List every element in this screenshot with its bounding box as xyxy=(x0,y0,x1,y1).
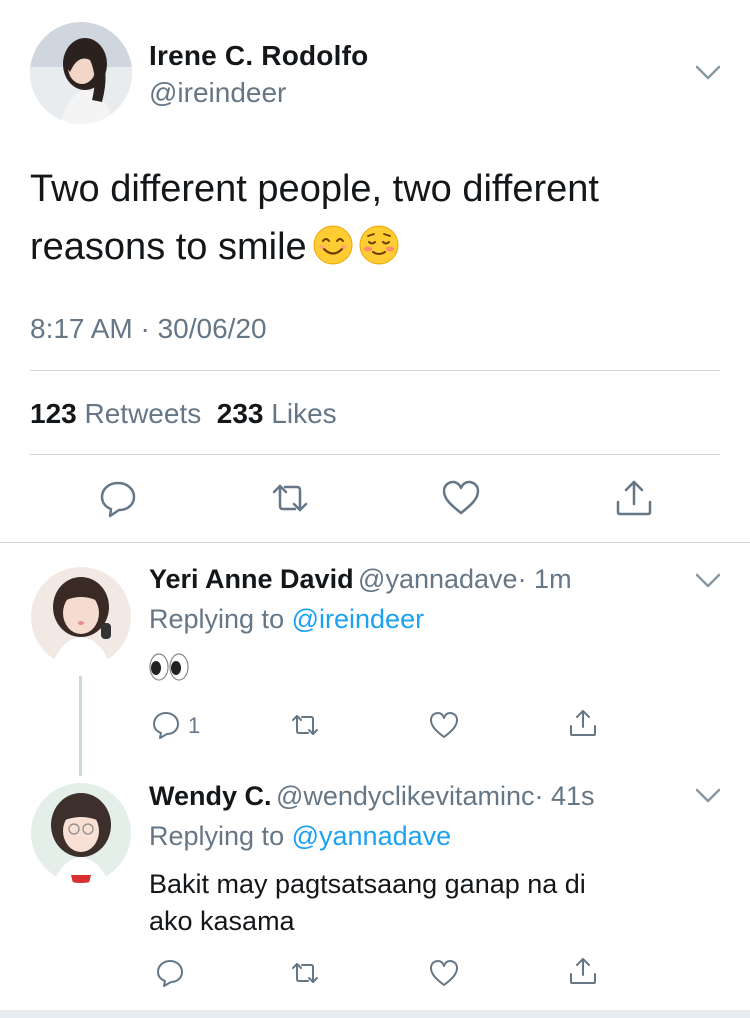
reply-icon[interactable] xyxy=(151,710,181,740)
avatar-image xyxy=(31,783,131,883)
reply-author-name[interactable]: Yeri Anne David xyxy=(149,564,354,594)
replying-to-link[interactable]: @yannadave xyxy=(292,821,452,851)
retweets-count[interactable]: 123 xyxy=(30,398,77,429)
reply-avatar[interactable] xyxy=(31,567,131,667)
share-icon[interactable] xyxy=(568,956,598,986)
likes-count[interactable]: 233 xyxy=(217,398,264,429)
author-avatar[interactable] xyxy=(30,22,132,124)
likes-label[interactable]: Likes xyxy=(271,398,336,429)
replying-to-line: Replying to @ireindeer xyxy=(149,604,424,635)
share-icon[interactable] xyxy=(568,708,598,738)
avatar-image xyxy=(31,567,131,667)
tweet-timestamp[interactable]: 8:17 AM · 30/06/20 xyxy=(30,313,267,345)
reply-icon[interactable] xyxy=(155,958,185,988)
retweet-icon[interactable] xyxy=(290,710,320,740)
retweet-icon[interactable] xyxy=(290,958,320,988)
divider xyxy=(30,370,720,371)
share-icon[interactable] xyxy=(614,478,654,518)
bottom-separator xyxy=(0,1010,750,1018)
author-handle[interactable]: @ireindeer xyxy=(149,77,286,109)
replying-to-prefix: Replying to xyxy=(149,821,285,851)
section-separator xyxy=(0,542,750,543)
retweet-icon[interactable] xyxy=(270,478,310,518)
reply-icon[interactable] xyxy=(98,478,138,518)
reply-body: Bakit may pagtsatsaang ganap na di ako k… xyxy=(149,866,669,940)
reply-body-line: Bakit may pagtsatsaang ganap na di xyxy=(149,869,586,899)
replying-to-link[interactable]: @ireindeer xyxy=(292,604,424,634)
avatar-image xyxy=(30,22,132,124)
chevron-down-icon[interactable] xyxy=(695,788,721,804)
chevron-down-icon[interactable] xyxy=(695,573,721,589)
reply-body-line: ako kasama xyxy=(149,906,295,936)
like-icon[interactable] xyxy=(429,710,459,740)
reply-author-handle[interactable]: @yannadave xyxy=(358,564,518,594)
like-icon[interactable] xyxy=(441,478,481,518)
chevron-down-icon[interactable] xyxy=(695,65,721,81)
retweets-label[interactable]: Retweets xyxy=(85,398,202,429)
smiling-face-emoji xyxy=(313,225,353,265)
thread-line xyxy=(79,676,82,776)
replying-to-prefix: Replying to xyxy=(149,604,285,634)
eyes-emoji xyxy=(149,653,189,681)
author-name[interactable]: Irene C. Rodolfo xyxy=(149,40,368,72)
replying-to-line: Replying to @yannadave xyxy=(149,821,451,852)
reply-time[interactable]: · 1m xyxy=(518,564,572,594)
reply-author-name[interactable]: Wendy C. xyxy=(149,781,272,811)
like-icon[interactable] xyxy=(429,958,459,988)
reply-header: Wendy C. @wendyclikevitaminc· 41s xyxy=(149,781,595,812)
reply-header: Yeri Anne David @yannadave· 1m xyxy=(149,564,572,595)
reply-author-handle[interactable]: @wendyclikevitaminc xyxy=(276,781,535,811)
tweet-stats: 123 Retweets 233 Likes xyxy=(30,398,337,430)
tweet-text: Two different people, two different reas… xyxy=(30,160,720,276)
reply-avatar[interactable] xyxy=(31,783,131,883)
reply-time[interactable]: · 41s xyxy=(534,781,594,811)
blushing-face-emoji xyxy=(359,225,399,265)
reply-count: 1 xyxy=(188,713,201,738)
divider xyxy=(30,454,720,455)
